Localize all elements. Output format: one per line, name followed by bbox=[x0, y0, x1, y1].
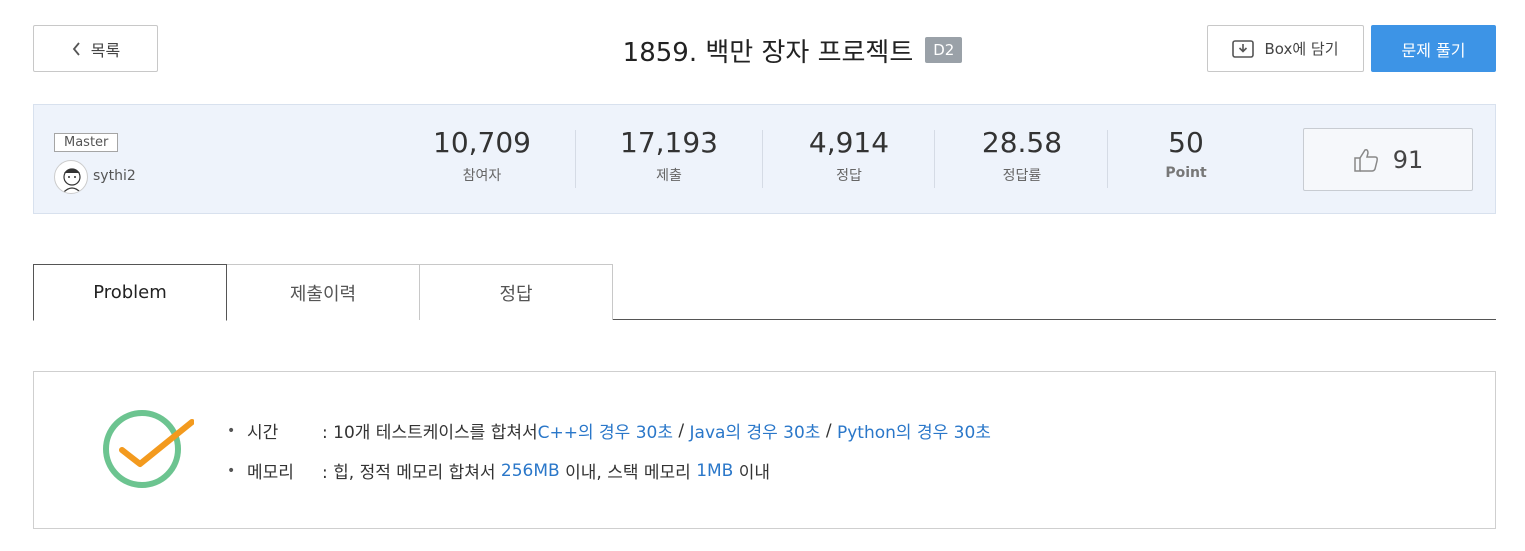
download-box-icon bbox=[1232, 39, 1255, 58]
correct-value: 4,914 bbox=[808, 126, 890, 159]
add-to-box-label: Box에 담기 bbox=[1264, 40, 1339, 58]
page-title: 1859. 백만 장자 프로젝트 bbox=[622, 37, 914, 68]
back-to-list-button[interactable]: 목록 bbox=[33, 25, 158, 72]
tab-submission-history[interactable]: 제출이력 bbox=[226, 264, 420, 320]
username[interactable]: sythi2 bbox=[93, 168, 136, 184]
time-limit-row: • 시간 : 10개 테스트케이스를 합쳐서 C++의 경우 30초 / Jav… bbox=[227, 418, 991, 444]
avatar[interactable] bbox=[54, 160, 88, 194]
thumbs-up-icon bbox=[1353, 148, 1378, 172]
chevron-left-icon bbox=[72, 41, 80, 56]
user-avatar-icon bbox=[62, 168, 82, 193]
stack-size: 1MB bbox=[696, 460, 734, 481]
check-circle-icon bbox=[103, 410, 194, 488]
heap-size: 256MB bbox=[500, 460, 560, 481]
tab-bar: Problem 제출이력 정답 bbox=[33, 264, 1496, 321]
time-key: 시간 bbox=[247, 423, 279, 443]
correct-label: 정답 bbox=[836, 168, 862, 184]
stat-rate: 28.58 정답률 bbox=[967, 125, 1077, 185]
memory-prefix: : 힙, 정적 메모리 합쳐서 bbox=[322, 463, 501, 483]
add-to-box-button[interactable]: Box에 담기 bbox=[1207, 25, 1364, 72]
time-sep: / bbox=[820, 420, 837, 441]
tab-problem[interactable]: Problem bbox=[33, 264, 227, 321]
participants-label: 참여자 bbox=[462, 168, 502, 184]
time-prefix: : 10개 테스트케이스를 합쳐서 bbox=[322, 423, 538, 443]
rate-label: 정답률 bbox=[1002, 168, 1042, 184]
stat-divider bbox=[934, 130, 935, 188]
stats-panel: Master sythi2 10,709 참여자 17,193 제출 4,914… bbox=[33, 104, 1496, 214]
memory-mid: 이내, 스택 메모리 bbox=[559, 463, 697, 483]
level-badge: D2 bbox=[925, 37, 963, 63]
submissions-value: 17,193 bbox=[620, 126, 718, 159]
submissions-label: 제출 bbox=[656, 168, 682, 184]
tab-answer[interactable]: 정답 bbox=[419, 264, 613, 320]
bullet: • bbox=[227, 462, 236, 479]
bullet: • bbox=[227, 422, 236, 439]
like-count: 91 bbox=[1392, 145, 1424, 174]
participants-value: 10,709 bbox=[433, 126, 531, 159]
solve-problem-button[interactable]: 문제 풀기 bbox=[1371, 25, 1496, 72]
point-value: 50 bbox=[1168, 126, 1204, 159]
memory-suffix: 이내 bbox=[733, 463, 771, 483]
memory-limit-row: • 메모리 : 힙, 정적 메모리 합쳐서 256MB 이내, 스택 메모리 1… bbox=[227, 458, 771, 484]
memory-key: 메모리 bbox=[247, 463, 294, 483]
time-python: Python의 경우 30초 bbox=[837, 423, 991, 443]
back-label: 목록 bbox=[90, 40, 121, 60]
stat-point: 50 Point bbox=[1131, 125, 1241, 181]
stat-submissions: 17,193 제출 bbox=[614, 125, 724, 185]
stat-divider bbox=[1107, 130, 1108, 188]
like-button[interactable]: 91 bbox=[1303, 128, 1473, 191]
stat-divider bbox=[575, 130, 576, 188]
rate-value: 28.58 bbox=[981, 126, 1063, 159]
rank-badge: Master bbox=[54, 133, 119, 152]
point-label: Point bbox=[1165, 165, 1207, 181]
time-java: Java의 경우 30초 bbox=[689, 423, 821, 443]
stat-participants: 10,709 참여자 bbox=[427, 125, 537, 185]
time-sep: / bbox=[672, 420, 690, 441]
constraints-box: • 시간 : 10개 테스트케이스를 합쳐서 C++의 경우 30초 / Jav… bbox=[33, 371, 1496, 529]
time-cpp: C++의 경우 30초 bbox=[537, 423, 673, 443]
stat-correct: 4,914 정답 bbox=[794, 125, 904, 185]
stat-divider bbox=[762, 130, 763, 188]
